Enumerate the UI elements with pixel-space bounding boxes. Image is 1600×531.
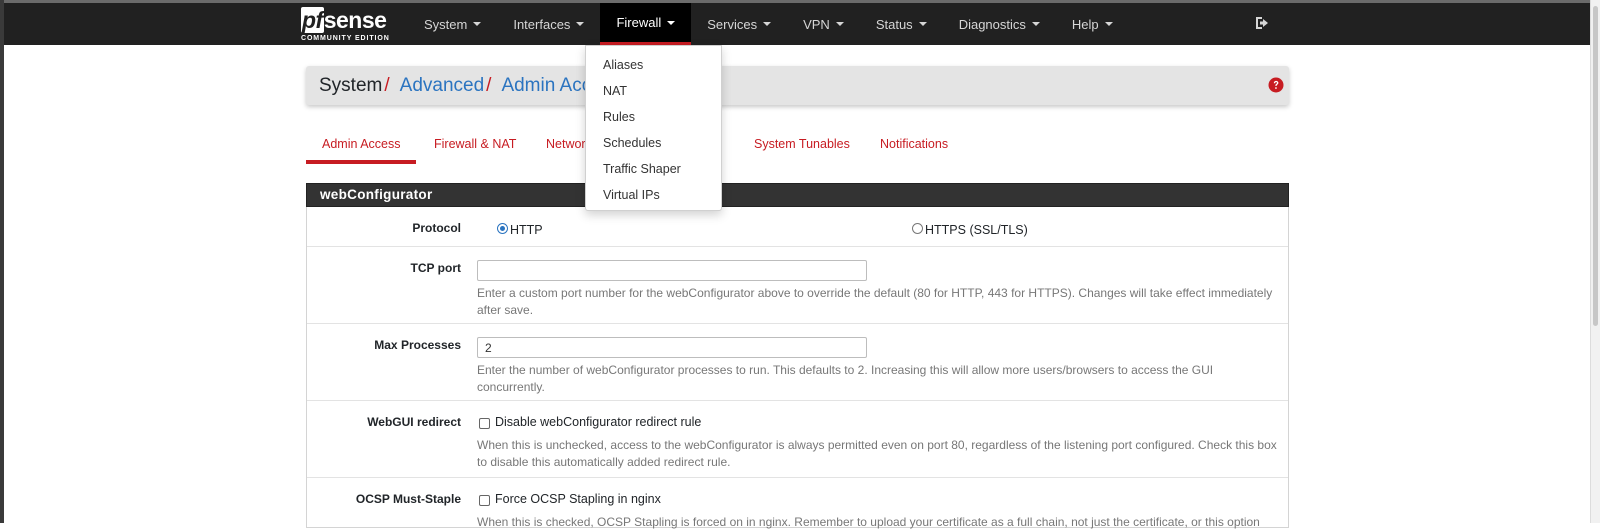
ocsp-checkbox[interactable]	[479, 495, 490, 506]
webgui-redirect-checkbox-label[interactable]: Disable webConfigurator redirect rule	[495, 415, 701, 429]
max-processes-help-line1: Enter the number of webConfigurator proc…	[477, 363, 1214, 377]
caret-down-icon	[576, 22, 585, 26]
protocol-https-radio[interactable]	[912, 223, 923, 234]
tab-firewall-nat[interactable]: Firewall & NAT	[434, 129, 516, 164]
tcp-port-help-line1: Enter a custom port number for the webCo…	[477, 286, 1273, 300]
breadcrumb-panel: System / Advanced / Admin Access	[306, 66, 1289, 105]
max-processes-input[interactable]	[477, 337, 867, 358]
menu-system[interactable]: System	[408, 3, 497, 45]
webgui-redirect-help-line1: When this is unchecked, access to the we…	[477, 438, 1277, 452]
ocsp-checkbox-label[interactable]: Force OCSP Stapling in nginx	[495, 492, 661, 506]
caret-down-icon	[835, 22, 844, 26]
menu-vpn[interactable]: VPN	[787, 3, 860, 45]
form-row-max-processes: Max Processes Enter the number of webCon…	[307, 324, 1288, 401]
breadcrumb-system: System	[319, 75, 383, 96]
protocol-label: Protocol	[412, 221, 461, 235]
caret-down-icon	[763, 22, 772, 26]
webgui-redirect-label: WebGUI redirect	[367, 415, 461, 429]
max-processes-help-line2: concurrently.	[477, 380, 545, 394]
form-row-webgui-redirect: WebGUI redirect Disable webConfigurator …	[307, 401, 1288, 478]
menu-interfaces[interactable]: Interfaces	[497, 3, 600, 45]
menu-help[interactable]: Help	[1056, 3, 1129, 45]
question-circle-icon[interactable]	[1268, 77, 1284, 93]
dropdown-item-virtual-ips[interactable]: Virtual IPs	[586, 182, 721, 208]
breadcrumb-advanced[interactable]: Advanced	[400, 75, 485, 96]
tab-system-tunables[interactable]: System Tunables	[754, 129, 850, 164]
dropdown-item-traffic-shaper[interactable]: Traffic Shaper	[586, 156, 721, 182]
ocsp-label: OCSP Must-Staple	[355, 492, 461, 506]
menu-firewall[interactable]: Firewall	[600, 3, 692, 45]
tcp-port-input[interactable]	[477, 260, 867, 281]
tcp-port-help-line2: after save.	[477, 303, 534, 317]
breadcrumb-separator: /	[384, 75, 390, 96]
top-navbar: pfsense COMMUNITY EDITION System Interfa…	[4, 3, 1590, 45]
firewall-dropdown-menu: Aliases NAT Rules Schedules Traffic Shap…	[585, 45, 722, 211]
menu-status[interactable]: Status	[860, 3, 943, 45]
max-processes-label: Max Processes	[374, 338, 461, 352]
dropdown-item-nat[interactable]: NAT	[586, 78, 721, 104]
caret-down-icon	[473, 22, 482, 26]
menu-diagnostics[interactable]: Diagnostics	[943, 3, 1056, 45]
tab-admin-access[interactable]: Admin Access	[306, 129, 416, 164]
breadcrumb-separator: /	[486, 75, 492, 96]
tab-notifications[interactable]: Notifications	[880, 129, 948, 164]
form-row-ocsp-must-staple: OCSP Must-Staple Force OCSP Stapling in …	[307, 478, 1288, 529]
logo-brand: pfsense	[301, 7, 387, 33]
caret-down-icon	[1104, 22, 1113, 26]
breadcrumb: System / Advanced / Admin Access	[319, 66, 621, 105]
dropdown-item-schedules[interactable]: Schedules	[586, 130, 721, 156]
page-scrollbar[interactable]	[1590, 0, 1600, 523]
menu-services[interactable]: Services	[691, 3, 787, 45]
caret-down-icon	[918, 22, 927, 26]
dropdown-item-aliases[interactable]: Aliases	[586, 52, 721, 78]
protocol-http-radio[interactable]	[497, 223, 508, 234]
caret-down-icon	[1031, 22, 1040, 26]
window-left-border	[0, 0, 4, 523]
logo-edition: COMMUNITY EDITION	[301, 35, 390, 42]
sign-out-icon[interactable]	[1254, 15, 1270, 31]
protocol-http-label[interactable]: HTTP	[510, 223, 543, 237]
panel-heading: webConfigurator	[306, 183, 1289, 207]
form-row-protocol: Protocol HTTP HTTPS (SSL/TLS)	[307, 207, 1288, 247]
caret-down-icon	[667, 20, 676, 25]
webgui-redirect-checkbox[interactable]	[479, 418, 490, 429]
main-menu: System Interfaces Firewall Services VPN …	[408, 3, 1129, 45]
scrollbar-thumb[interactable]	[1593, 6, 1598, 326]
tcp-port-label: TCP port	[410, 261, 461, 275]
protocol-https-label[interactable]: HTTPS (SSL/TLS)	[925, 223, 1028, 237]
form-row-tcp-port: TCP port Enter a custom port number for …	[307, 247, 1288, 324]
panel-title: webConfigurator	[320, 187, 433, 202]
pfsense-logo[interactable]: pfsense COMMUNITY EDITION	[301, 7, 397, 46]
dropdown-item-rules[interactable]: Rules	[586, 104, 721, 130]
webgui-redirect-help-line2: to disable this automatically added redi…	[477, 455, 731, 469]
